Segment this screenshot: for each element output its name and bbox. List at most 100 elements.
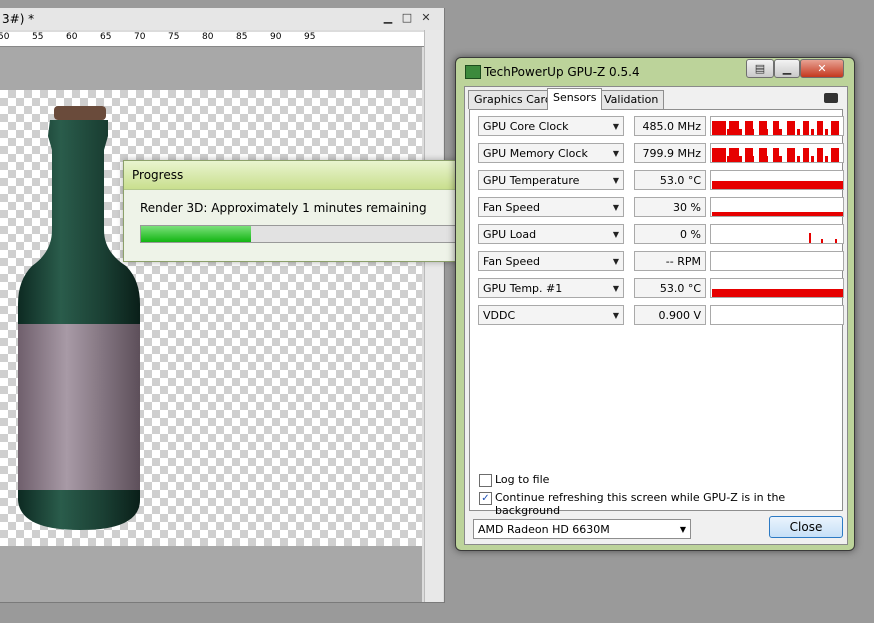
sensor-graph-bar [739,129,742,135]
sensor-value: 30 % [634,197,706,217]
sensor-graph-bar [712,148,726,162]
sensor-name: GPU Temperature [483,174,580,187]
sensor-name: GPU Temp. #1 [483,282,563,295]
progress-dialog: Progress Render 3D: Approximately 1 minu… [123,160,466,262]
sensor-graph-bar [825,156,828,162]
sensor-name-select[interactable]: Fan Speed ▼ [478,197,624,217]
sensor-row: GPU Temp. #1 ▼ 53.0 °C [478,278,844,300]
chevron-down-icon: ▼ [612,176,619,185]
sensor-row: GPU Core Clock ▼ 485.0 MHz [478,116,844,138]
tab-validation[interactable]: Validation [598,90,665,109]
sensor-graph-bar [835,239,837,243]
sensor-graph [710,224,844,244]
bottle-image [18,106,140,530]
sensor-graph-bar [779,156,782,162]
sensor-row: GPU Temperature ▼ 53.0 °C [478,170,844,192]
sensor-graph [710,197,844,217]
progress-bar-fill [141,226,252,242]
editor-title: 3#) * [2,12,35,26]
sensor-graph-bar [811,156,814,162]
sensor-panel: GPU Core Clock ▼ 485.0 MHz GPU Memory Clock… [469,109,844,511]
progress-bar [140,225,466,243]
editor-window: 3#) * ▁ □ ✕ 50 55 60 65 70 75 80 85 90 95 [0,8,445,603]
sensor-graph-bar [787,148,795,162]
sensor-name-select[interactable]: GPU Memory Clock ▼ [478,143,624,163]
canvas-margin-bottom [0,546,422,602]
sensor-value: 0.900 V [634,305,706,325]
gpu-app-icon [465,65,481,79]
sensor-name-select[interactable]: GPU Temp. #1 ▼ [478,278,624,298]
sensor-name-select[interactable]: VDDC ▼ [478,305,624,325]
sensor-graph-bar [745,148,753,162]
sensor-name: GPU Core Clock [483,120,569,133]
menu-icon[interactable]: ▤ [746,59,774,78]
sensor-graph-bar [773,148,779,162]
close-button[interactable]: Close [769,516,843,538]
sensor-graph-bar [729,121,739,135]
sensor-name-select[interactable]: GPU Temperature ▼ [478,170,624,190]
sensor-graph-bar [797,156,800,162]
close-icon[interactable]: ✕ [800,59,844,78]
editor-vertical-scrollbar[interactable] [424,30,443,602]
sensor-graph [710,305,844,325]
ruler-tick-label: 85 [236,32,248,42]
tab-sensors[interactable]: Sensors [547,88,603,110]
sensor-graph-bar [809,233,811,243]
continue-refresh-checkbox[interactable]: ✓ [479,492,492,505]
ruler-tick-label: 70 [134,32,146,42]
sensor-name-select[interactable]: Fan Speed ▼ [478,251,624,271]
sensor-graph-bar [817,121,823,135]
chevron-down-icon: ▼ [612,203,619,212]
sensor-graph [710,251,844,271]
ruler-tick-label: 60 [66,32,78,42]
image-canvas[interactable] [0,90,422,546]
camera-icon[interactable] [824,93,838,103]
ruler-tick-label: 50 [0,32,10,42]
log-to-file-checkbox[interactable] [479,474,492,487]
log-to-file-label: Log to file [495,473,550,486]
maximize-icon[interactable]: □ [399,11,415,25]
sensor-graph-bar [712,121,726,135]
progress-title: Progress [132,168,184,182]
sensor-graph-bar [712,181,843,189]
chevron-down-icon: ▼ [612,257,619,266]
ruler-tick-label: 90 [270,32,282,42]
ruler-tick-label: 95 [304,32,316,42]
sensor-graph-bar [831,148,839,162]
gpu-select[interactable]: AMD Radeon HD 6630M ▼ [473,519,691,539]
sensor-graph-bar [759,121,767,135]
sensor-graph-bar [817,148,823,162]
gpuz-titlebar: TechPowerUp GPU-Z 0.5.4 ▤ ▁ ✕ [456,58,854,86]
sensor-name: VDDC [483,309,516,322]
sensor-graph-bar [745,121,753,135]
sensor-graph-bar [821,239,823,243]
sensor-name: GPU Memory Clock [483,147,588,160]
progress-message: Render 3D: Approximately 1 minutes remai… [140,201,427,215]
chevron-down-icon: ▼ [612,230,619,239]
ruler-tick-label: 80 [202,32,214,42]
minimize-icon[interactable]: ▁ [774,59,800,78]
continue-check-mark: ✓ [481,493,490,504]
sensor-graph-bar [712,289,843,297]
sensor-name-select[interactable]: GPU Load ▼ [478,224,624,244]
close-icon[interactable]: ✕ [418,11,434,25]
sensor-name: GPU Load [483,228,537,241]
sensor-row: Fan Speed ▼ -- RPM [478,251,844,273]
minimize-icon[interactable]: ▁ [380,11,396,25]
sensor-graph-bar [811,129,814,135]
chevron-down-icon: ▼ [679,525,686,534]
sensor-row: VDDC ▼ 0.900 V [478,305,844,327]
gpu-select-value: AMD Radeon HD 6630M [478,523,610,536]
editor-titlebar: 3#) * ▁ □ ✕ [0,8,444,30]
sensor-name-select[interactable]: GPU Core Clock ▼ [478,116,624,136]
chevron-down-icon: ▼ [612,149,619,158]
sensor-graph-bar [759,148,767,162]
sensor-graph-bar [787,121,795,135]
sensor-value: 799.9 MHz [634,143,706,163]
sensor-graph [710,170,844,190]
sensor-graph-bar [739,156,742,162]
sensor-graph [710,278,844,298]
tab-graphics-card[interactable]: Graphics Card [468,90,558,109]
ruler-tick-label: 75 [168,32,180,42]
sensor-graph-bar [831,121,839,135]
